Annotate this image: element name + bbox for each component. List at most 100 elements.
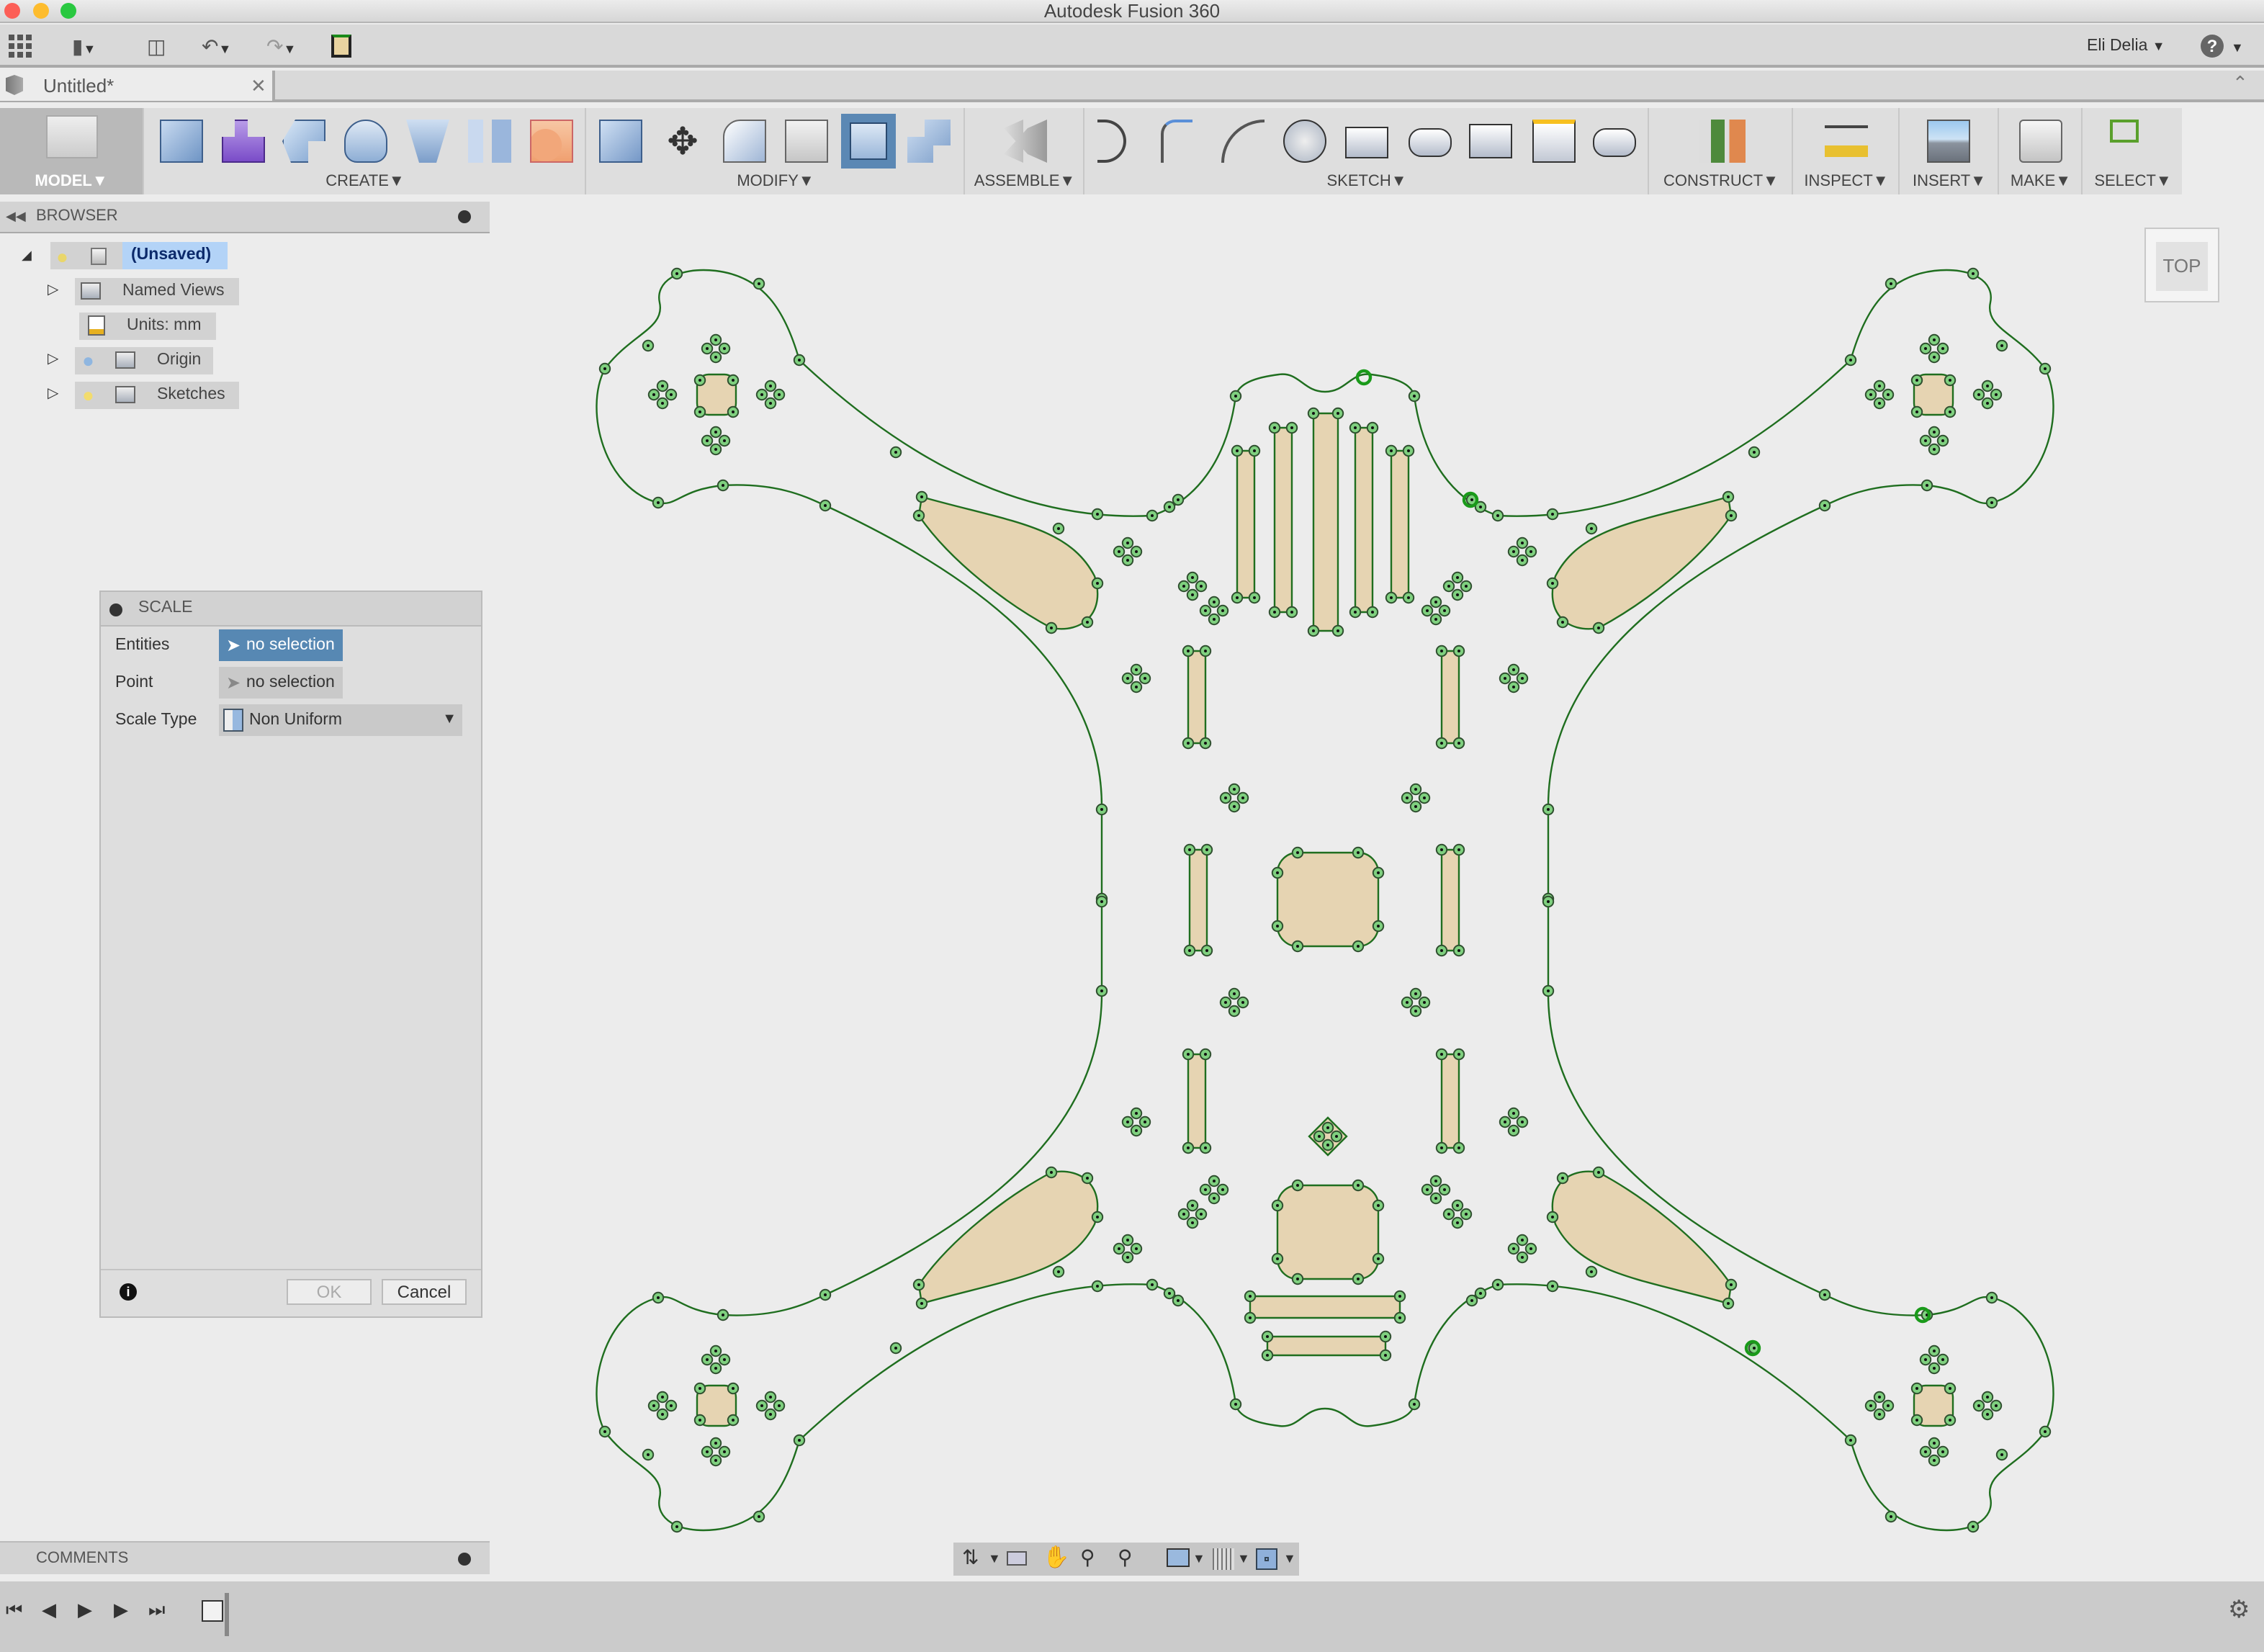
collapse-dialog-icon[interactable] bbox=[109, 603, 122, 616]
sketch-point-icon[interactable] bbox=[1593, 128, 1636, 157]
timeline-settings-gear-icon[interactable]: ⚙ bbox=[2228, 1596, 2250, 1625]
user-menu[interactable]: Eli Delia ▼ bbox=[2087, 37, 2165, 55]
chevron-down-icon[interactable]: ▼ bbox=[2231, 40, 2244, 55]
sketch-point-center bbox=[1413, 1403, 1416, 1406]
sketch-circle-icon[interactable] bbox=[1283, 120, 1326, 163]
combine-icon[interactable] bbox=[907, 120, 951, 163]
go-to-end-icon[interactable]: ⏭ bbox=[148, 1599, 165, 1622]
minimize-window-button[interactable] bbox=[33, 3, 49, 19]
expand-triangle-icon[interactable]: ◢ bbox=[22, 248, 32, 264]
sketch-spline-icon[interactable] bbox=[1221, 120, 1264, 163]
expand-triangle-icon[interactable]: ▷ bbox=[48, 351, 58, 367]
view-cube[interactable]: TOP bbox=[2144, 228, 2219, 302]
browser-item-named-views[interactable]: Named Views bbox=[75, 278, 239, 305]
cancel-button[interactable]: Cancel bbox=[382, 1279, 467, 1305]
save-icon[interactable]: ◫ bbox=[147, 35, 166, 58]
viewports-icon[interactable] bbox=[1256, 1548, 1277, 1570]
sketch-rectangle-icon[interactable] bbox=[1345, 127, 1388, 158]
fillet-icon[interactable] bbox=[723, 120, 766, 163]
joint-icon[interactable] bbox=[1004, 120, 1047, 163]
lightbulb-icon[interactable]: ● bbox=[82, 382, 94, 409]
form-icon[interactable] bbox=[222, 120, 265, 163]
create-sketch-icon[interactable] bbox=[1532, 120, 1576, 163]
expand-triangle-icon[interactable]: ▷ bbox=[48, 386, 58, 402]
extrude-icon[interactable] bbox=[282, 120, 325, 163]
look-at-icon[interactable] bbox=[1007, 1551, 1027, 1566]
sweep-icon[interactable] bbox=[406, 120, 449, 163]
undo-button[interactable]: ↶▼ bbox=[202, 35, 231, 58]
expand-triangle-icon[interactable]: ▷ bbox=[48, 282, 58, 298]
file-menu-button[interactable]: ▮▼ bbox=[72, 35, 96, 58]
shell-icon[interactable] bbox=[785, 120, 828, 163]
display-settings-icon[interactable] bbox=[1167, 1548, 1190, 1567]
sketch-polygon-icon[interactable] bbox=[1469, 124, 1512, 158]
inspect-group[interactable]: INSPECT▼ bbox=[1794, 108, 1900, 194]
sketch-line-icon[interactable] bbox=[1097, 120, 1126, 163]
chevron-down-icon[interactable]: ▼ bbox=[1237, 1551, 1250, 1566]
chevron-down-icon[interactable]: ▼ bbox=[988, 1551, 1001, 1566]
ribbon-toolbar: MODEL▼ CREATE▼ ✥ MODIFY▼ ASSEMBLE▼ SKETC… bbox=[0, 108, 2182, 194]
help-icon[interactable]: ? bbox=[2201, 35, 2224, 58]
view-cube-face-top[interactable]: TOP bbox=[2156, 242, 2208, 291]
select-group[interactable]: SELECT▼ bbox=[2084, 108, 2182, 194]
create-group[interactable]: CREATE▼ bbox=[145, 108, 586, 194]
revolve-icon[interactable] bbox=[344, 120, 387, 163]
browser-item-units[interactable]: Units: mm bbox=[79, 313, 216, 340]
info-icon[interactable]: i bbox=[120, 1283, 137, 1301]
redo-button[interactable]: ↷▼ bbox=[266, 35, 296, 58]
document-tab[interactable]: Untitled* ✕ bbox=[0, 71, 275, 101]
chevron-down-icon[interactable]: ▼ bbox=[1192, 1551, 1205, 1566]
scale-type-dropdown[interactable]: Non Uniform ▼ bbox=[219, 704, 462, 736]
box-icon[interactable] bbox=[160, 120, 203, 163]
close-tab-icon[interactable]: ✕ bbox=[251, 71, 266, 101]
browser-pin-icon[interactable] bbox=[458, 210, 471, 223]
insert-group[interactable]: INSERT▼ bbox=[1901, 108, 1999, 194]
collapse-toolbar-icon[interactable]: ⌃ bbox=[2232, 72, 2248, 95]
step-back-icon[interactable]: ◀ bbox=[42, 1599, 56, 1622]
app-grid-icon[interactable] bbox=[9, 35, 32, 58]
ok-button[interactable]: OK bbox=[287, 1279, 372, 1305]
grid-icon[interactable] bbox=[1213, 1548, 1234, 1570]
browser-item-origin[interactable]: ● Origin bbox=[75, 347, 213, 374]
play-icon[interactable]: ▶ bbox=[114, 1599, 128, 1622]
scale-icon-active[interactable] bbox=[841, 114, 896, 169]
browser-root-node[interactable]: ● (Unsaved) bbox=[50, 242, 228, 269]
insert-image-icon[interactable] bbox=[1927, 120, 1970, 163]
workspace-model-button[interactable]: MODEL▼ bbox=[0, 108, 144, 194]
pan-hand-icon[interactable]: ✋ bbox=[1043, 1544, 1069, 1570]
measure-icon[interactable] bbox=[1825, 125, 1868, 157]
make-group[interactable]: MAKE▼ bbox=[2000, 108, 2083, 194]
go-to-start-icon[interactable]: ⏮ bbox=[6, 1599, 22, 1622]
data-panel-icon[interactable] bbox=[331, 35, 351, 58]
zoom-window-button[interactable] bbox=[60, 3, 76, 19]
sketch-group[interactable]: SKETCH▼ bbox=[1086, 108, 1649, 194]
browser-item-sketches[interactable]: ● Sketches bbox=[75, 382, 239, 409]
point-selector[interactable]: ➤ no selection bbox=[219, 667, 343, 699]
timeline-sketch-feature-icon[interactable] bbox=[202, 1600, 223, 1622]
timeline-marker[interactable] bbox=[225, 1593, 229, 1636]
select-icon[interactable] bbox=[2110, 120, 2139, 143]
press-pull-icon[interactable] bbox=[599, 120, 642, 163]
lightbulb-icon[interactable]: ● bbox=[82, 347, 94, 374]
move-icon[interactable]: ✥ bbox=[661, 120, 704, 163]
step-forward-icon[interactable]: ▶ bbox=[78, 1599, 92, 1622]
slot-cutout bbox=[1440, 650, 1460, 745]
construct-group[interactable]: CONSTRUCT▼ bbox=[1650, 108, 1793, 194]
orbit-icon[interactable]: ⇅ bbox=[962, 1545, 979, 1570]
construct-plane-icon[interactable] bbox=[1699, 120, 1746, 163]
3d-print-icon[interactable] bbox=[2019, 120, 2062, 163]
zoom-icon[interactable]: ⚲ bbox=[1080, 1545, 1095, 1570]
chevron-down-icon[interactable]: ▼ bbox=[1283, 1551, 1296, 1566]
expand-comments-icon[interactable] bbox=[458, 1553, 471, 1566]
entities-selector[interactable]: ➤ no selection bbox=[219, 629, 343, 661]
collapse-browser-icon[interactable]: ◀◀ bbox=[6, 202, 26, 232]
pattern-icon[interactable] bbox=[530, 120, 573, 163]
assemble-group[interactable]: ASSEMBLE▼ bbox=[966, 108, 1084, 194]
mirror-icon[interactable] bbox=[468, 120, 511, 163]
close-window-button[interactable] bbox=[4, 3, 20, 19]
sketch-slot-icon[interactable] bbox=[1409, 128, 1452, 157]
zoom-window-icon[interactable]: ⚲ bbox=[1118, 1545, 1133, 1570]
modify-group[interactable]: ✥ MODIFY▼ bbox=[588, 108, 965, 194]
lightbulb-icon[interactable]: ● bbox=[56, 243, 68, 271]
sketch-tangent-arc-icon[interactable] bbox=[1161, 120, 1192, 163]
